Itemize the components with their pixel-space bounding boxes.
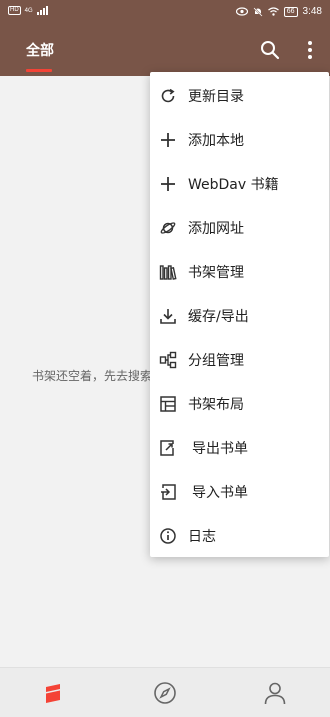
menu-label: 添加网址 xyxy=(188,221,244,237)
download-icon xyxy=(160,309,176,324)
info-icon xyxy=(160,528,176,544)
menu-label: 分组管理 xyxy=(188,353,244,369)
wifi-icon xyxy=(267,7,279,16)
search-icon[interactable] xyxy=(259,39,281,61)
overflow-menu: 更新目录 添加本地 WebDav 书籍 添加网址 书架管理 缓存/导出 分组管理… xyxy=(150,72,329,557)
tab-indicator xyxy=(26,69,52,72)
menu-item-bookshelf-manage[interactable]: 书架管理 xyxy=(150,250,329,294)
more-vert-icon[interactable] xyxy=(299,39,321,61)
hd-badge: HD xyxy=(8,6,21,15)
menu-item-group-manage[interactable]: 分组管理 xyxy=(150,338,329,382)
plus-icon xyxy=(161,133,175,147)
menu-label: 日志 xyxy=(188,529,216,545)
group-icon xyxy=(159,351,177,369)
status-bar: HD 4G 66 3:48 xyxy=(0,0,330,26)
import-icon xyxy=(161,484,176,500)
menu-item-add-url[interactable]: 添加网址 xyxy=(150,206,329,250)
menu-item-add-local[interactable]: 添加本地 xyxy=(150,118,329,162)
bookshelf-icon[interactable] xyxy=(40,680,66,706)
clock: 3:48 xyxy=(302,6,322,17)
app-bar: 全部 xyxy=(0,26,330,76)
network-label: 4G xyxy=(24,7,33,14)
menu-item-log[interactable]: 日志 xyxy=(150,514,329,558)
refresh-icon xyxy=(161,88,175,103)
menu-label: 添加本地 xyxy=(188,133,244,149)
menu-label: 缓存/导出 xyxy=(188,309,249,325)
bell-off-icon xyxy=(253,6,263,17)
menu-label: 导入书单 xyxy=(192,485,248,501)
menu-item-update-catalog[interactable]: 更新目录 xyxy=(150,74,329,118)
signal-icon xyxy=(36,6,48,15)
person-icon[interactable] xyxy=(262,680,288,706)
menu-label: 书架布局 xyxy=(188,397,244,413)
battery-level: 66 xyxy=(283,6,298,17)
menu-label: 导出书单 xyxy=(192,441,248,457)
menu-item-webdav-books[interactable]: WebDav 书籍 xyxy=(150,162,329,206)
plus-icon xyxy=(161,177,175,191)
menu-item-import-booklist[interactable]: 导入书单 xyxy=(150,470,329,514)
books-icon xyxy=(159,265,177,280)
menu-item-bookshelf-layout[interactable]: 书架布局 xyxy=(150,382,329,426)
menu-label: 更新目录 xyxy=(188,89,244,105)
tab-all[interactable]: 全部 xyxy=(26,40,54,60)
status-right: 66 3:48 xyxy=(235,6,322,17)
layout-icon xyxy=(160,396,176,412)
compass-icon[interactable] xyxy=(152,680,178,706)
bottom-nav xyxy=(0,667,330,717)
planet-icon xyxy=(160,222,176,234)
status-left: HD 4G xyxy=(8,6,49,15)
eye-icon xyxy=(235,7,248,16)
menu-label: WebDav 书籍 xyxy=(188,177,279,193)
empty-shelf-hint: 书架还空着，先去搜索 xyxy=(32,369,153,383)
menu-item-cache-export[interactable]: 缓存/导出 xyxy=(150,294,329,338)
export-icon xyxy=(160,440,174,456)
menu-item-export-booklist[interactable]: 导出书单 xyxy=(150,426,329,470)
menu-label: 书架管理 xyxy=(188,265,244,281)
